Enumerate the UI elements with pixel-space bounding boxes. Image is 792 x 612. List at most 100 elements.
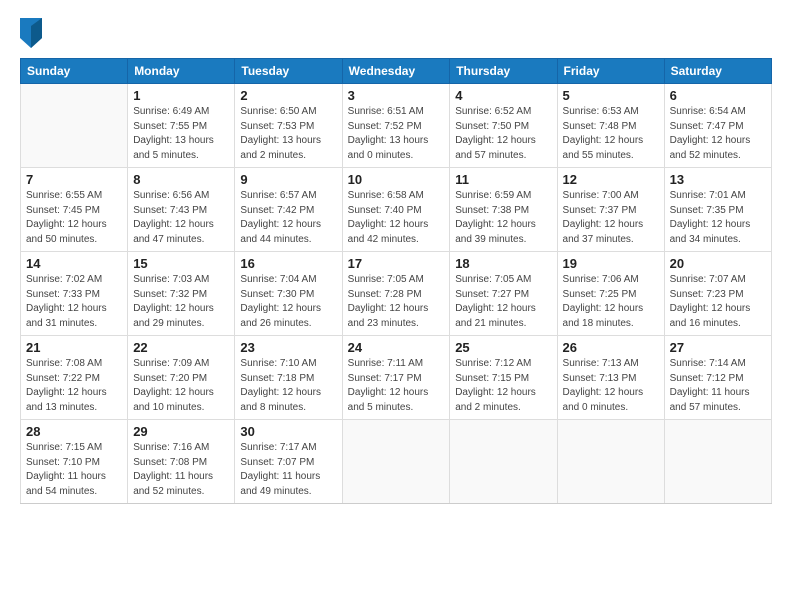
calendar-cell: 28 Sunrise: 7:15 AM Sunset: 7:10 PM Dayli…	[21, 420, 128, 504]
calendar-cell: 11 Sunrise: 6:59 AM Sunset: 7:38 PM Dayli…	[450, 168, 557, 252]
day-number: 10	[348, 172, 445, 187]
day-number: 24	[348, 340, 445, 355]
logo-icon	[20, 18, 42, 48]
calendar-cell: 26 Sunrise: 7:13 AM Sunset: 7:13 PM Dayli…	[557, 336, 664, 420]
day-info: Sunrise: 6:49 AM Sunset: 7:55 PM Dayligh…	[133, 105, 229, 163]
calendar-cell: 7 Sunrise: 6:55 AM Sunset: 7:45 PM Daylig…	[21, 168, 128, 252]
calendar-cell: 3 Sunrise: 6:51 AM Sunset: 7:52 PM Daylig…	[342, 84, 450, 168]
page-header	[20, 18, 772, 48]
day-info: Sunrise: 7:04 AM Sunset: 7:30 PM Dayligh…	[240, 273, 336, 331]
calendar-cell: 20 Sunrise: 7:07 AM Sunset: 7:23 PM Dayli…	[664, 252, 771, 336]
col-header-thursday: Thursday	[450, 59, 557, 84]
calendar-cell: 4Sunrise: 6:52 AM Sunset: 7:50 PM Daylig…	[450, 84, 557, 168]
day-info: Sunrise: 7:15 AM Sunset: 7:10 PM Dayligh…	[26, 441, 122, 499]
day-number: 13	[670, 172, 766, 187]
day-number: 1	[133, 88, 229, 103]
day-info: Sunrise: 7:13 AM Sunset: 7:13 PM Dayligh…	[563, 357, 659, 415]
day-number: 30	[240, 424, 336, 439]
day-info: Sunrise: 7:03 AM Sunset: 7:32 PM Dayligh…	[133, 273, 229, 331]
day-info: Sunrise: 6:59 AM Sunset: 7:38 PM Dayligh…	[455, 189, 551, 247]
day-info: Sunrise: 6:52 AM Sunset: 7:50 PM Dayligh…	[455, 105, 551, 163]
day-number: 26	[563, 340, 659, 355]
day-number: 16	[240, 256, 336, 271]
day-number: 17	[348, 256, 445, 271]
day-info: Sunrise: 7:17 AM Sunset: 7:07 PM Dayligh…	[240, 441, 336, 499]
week-row-1: 7 Sunrise: 6:55 AM Sunset: 7:45 PM Daylig…	[21, 168, 772, 252]
col-header-tuesday: Tuesday	[235, 59, 342, 84]
calendar-cell: 29 Sunrise: 7:16 AM Sunset: 7:08 PM Dayli…	[128, 420, 235, 504]
day-info: Sunrise: 6:53 AM Sunset: 7:48 PM Dayligh…	[563, 105, 659, 163]
day-info: Sunrise: 7:01 AM Sunset: 7:35 PM Dayligh…	[670, 189, 766, 247]
col-header-saturday: Saturday	[664, 59, 771, 84]
calendar-cell	[450, 420, 557, 504]
day-info: Sunrise: 7:09 AM Sunset: 7:20 PM Dayligh…	[133, 357, 229, 415]
calendar-cell	[664, 420, 771, 504]
day-info: Sunrise: 7:14 AM Sunset: 7:12 PM Dayligh…	[670, 357, 766, 415]
day-number: 18	[455, 256, 551, 271]
logo	[20, 18, 46, 48]
day-info: Sunrise: 6:58 AM Sunset: 7:40 PM Dayligh…	[348, 189, 445, 247]
day-number: 20	[670, 256, 766, 271]
col-header-monday: Monday	[128, 59, 235, 84]
calendar-cell	[342, 420, 450, 504]
calendar-cell: 24 Sunrise: 7:11 AM Sunset: 7:17 PM Dayli…	[342, 336, 450, 420]
calendar-cell: 8 Sunrise: 6:56 AM Sunset: 7:43 PM Daylig…	[128, 168, 235, 252]
day-info: Sunrise: 7:05 AM Sunset: 7:27 PM Dayligh…	[455, 273, 551, 331]
calendar-cell: 16 Sunrise: 7:04 AM Sunset: 7:30 PM Dayli…	[235, 252, 342, 336]
day-number: 14	[26, 256, 122, 271]
calendar-cell: 21Sunrise: 7:08 AM Sunset: 7:22 PM Dayli…	[21, 336, 128, 420]
calendar-cell: 13 Sunrise: 7:01 AM Sunset: 7:35 PM Dayli…	[664, 168, 771, 252]
day-info: Sunrise: 7:00 AM Sunset: 7:37 PM Dayligh…	[563, 189, 659, 247]
calendar-cell	[21, 84, 128, 168]
day-number: 12	[563, 172, 659, 187]
calendar-cell	[557, 420, 664, 504]
calendar-cell: 5 Sunrise: 6:53 AM Sunset: 7:48 PM Daylig…	[557, 84, 664, 168]
day-info: Sunrise: 7:11 AM Sunset: 7:17 PM Dayligh…	[348, 357, 445, 415]
day-info: Sunrise: 7:05 AM Sunset: 7:28 PM Dayligh…	[348, 273, 445, 331]
day-info: Sunrise: 6:57 AM Sunset: 7:42 PM Dayligh…	[240, 189, 336, 247]
day-number: 9	[240, 172, 336, 187]
calendar-cell: 17 Sunrise: 7:05 AM Sunset: 7:28 PM Dayli…	[342, 252, 450, 336]
calendar-cell: 2 Sunrise: 6:50 AM Sunset: 7:53 PM Daylig…	[235, 84, 342, 168]
day-number: 29	[133, 424, 229, 439]
day-number: 3	[348, 88, 445, 103]
day-number: 8	[133, 172, 229, 187]
day-info: Sunrise: 7:07 AM Sunset: 7:23 PM Dayligh…	[670, 273, 766, 331]
day-info: Sunrise: 7:06 AM Sunset: 7:25 PM Dayligh…	[563, 273, 659, 331]
week-row-4: 28 Sunrise: 7:15 AM Sunset: 7:10 PM Dayli…	[21, 420, 772, 504]
day-info: Sunrise: 7:12 AM Sunset: 7:15 PM Dayligh…	[455, 357, 551, 415]
day-number: 5	[563, 88, 659, 103]
day-info: Sunrise: 6:55 AM Sunset: 7:45 PM Dayligh…	[26, 189, 122, 247]
calendar-header: SundayMondayTuesdayWednesdayThursdayFrid…	[21, 59, 772, 84]
calendar-cell: 22 Sunrise: 7:09 AM Sunset: 7:20 PM Dayli…	[128, 336, 235, 420]
day-info: Sunrise: 7:16 AM Sunset: 7:08 PM Dayligh…	[133, 441, 229, 499]
day-number: 28	[26, 424, 122, 439]
day-number: 22	[133, 340, 229, 355]
calendar-cell: 30 Sunrise: 7:17 AM Sunset: 7:07 PM Dayli…	[235, 420, 342, 504]
calendar-cell: 25 Sunrise: 7:12 AM Sunset: 7:15 PM Dayli…	[450, 336, 557, 420]
day-number: 11	[455, 172, 551, 187]
day-info: Sunrise: 7:08 AM Sunset: 7:22 PM Dayligh…	[26, 357, 122, 415]
calendar-cell: 18 Sunrise: 7:05 AM Sunset: 7:27 PM Dayli…	[450, 252, 557, 336]
day-number: 23	[240, 340, 336, 355]
day-number: 2	[240, 88, 336, 103]
day-number: 6	[670, 88, 766, 103]
calendar-cell: 14Sunrise: 7:02 AM Sunset: 7:33 PM Dayli…	[21, 252, 128, 336]
calendar-cell: 27Sunrise: 7:14 AM Sunset: 7:12 PM Dayli…	[664, 336, 771, 420]
day-number: 7	[26, 172, 122, 187]
calendar-cell: 15Sunrise: 7:03 AM Sunset: 7:32 PM Dayli…	[128, 252, 235, 336]
calendar-cell: 10 Sunrise: 6:58 AM Sunset: 7:40 PM Dayli…	[342, 168, 450, 252]
day-number: 19	[563, 256, 659, 271]
week-row-2: 14Sunrise: 7:02 AM Sunset: 7:33 PM Dayli…	[21, 252, 772, 336]
day-info: Sunrise: 6:51 AM Sunset: 7:52 PM Dayligh…	[348, 105, 445, 163]
day-info: Sunrise: 6:56 AM Sunset: 7:43 PM Dayligh…	[133, 189, 229, 247]
col-header-wednesday: Wednesday	[342, 59, 450, 84]
calendar-cell: 19 Sunrise: 7:06 AM Sunset: 7:25 PM Dayli…	[557, 252, 664, 336]
day-number: 25	[455, 340, 551, 355]
calendar-cell: 6Sunrise: 6:54 AM Sunset: 7:47 PM Daylig…	[664, 84, 771, 168]
day-info: Sunrise: 6:50 AM Sunset: 7:53 PM Dayligh…	[240, 105, 336, 163]
calendar-cell: 9 Sunrise: 6:57 AM Sunset: 7:42 PM Daylig…	[235, 168, 342, 252]
calendar-table: SundayMondayTuesdayWednesdayThursdayFrid…	[20, 58, 772, 504]
day-info: Sunrise: 7:10 AM Sunset: 7:18 PM Dayligh…	[240, 357, 336, 415]
calendar-cell: 23 Sunrise: 7:10 AM Sunset: 7:18 PM Dayli…	[235, 336, 342, 420]
